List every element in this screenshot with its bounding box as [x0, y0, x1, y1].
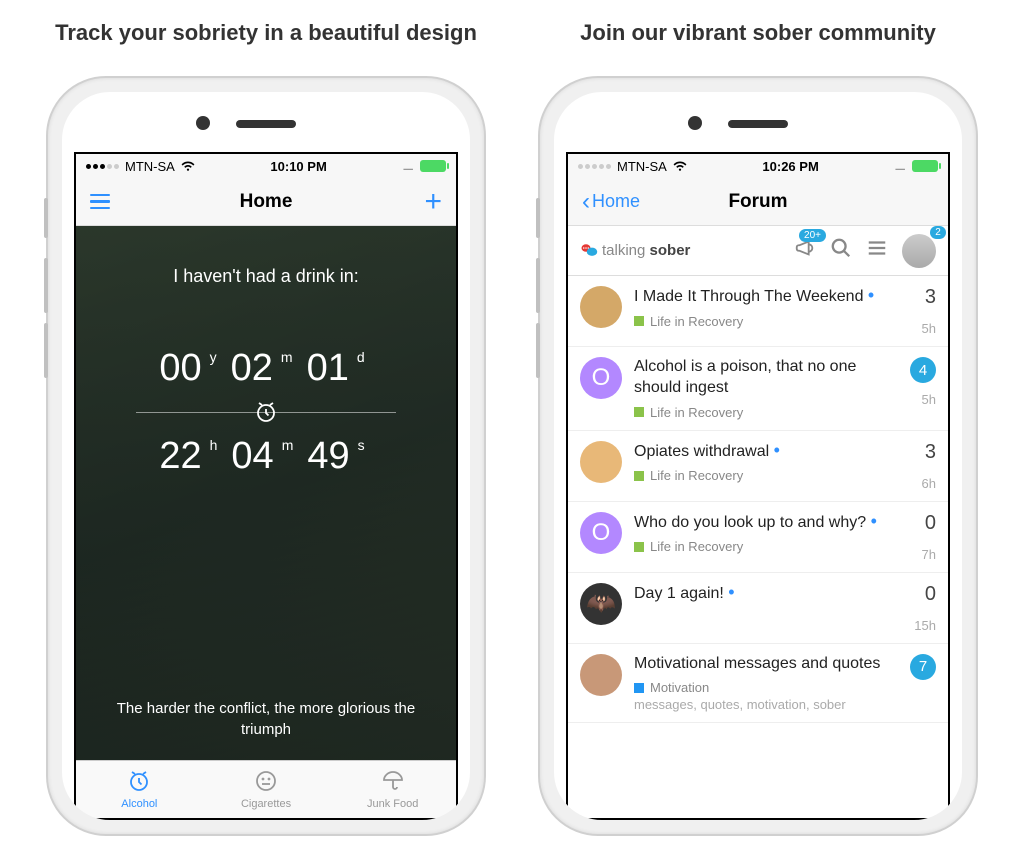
category-label: Life in Recovery — [650, 468, 743, 483]
thread-title: Opiates withdrawal • — [634, 441, 910, 463]
nav-title: Forum — [728, 191, 787, 213]
thread-time: 6h — [922, 476, 936, 491]
panel-caption-left: Track your sobriety in a beautiful desig… — [55, 20, 477, 46]
reply-count: 3 — [925, 441, 936, 464]
category-color-icon — [634, 316, 644, 326]
thread-title: I Made It Through The Weekend • — [634, 286, 910, 308]
category-label: Life in Recovery — [650, 314, 743, 329]
unread-dot-icon: • — [871, 511, 877, 531]
thread-time: 7h — [922, 547, 936, 562]
profile-avatar[interactable]: 2 — [902, 234, 936, 268]
thread-title: Alcohol is a poison, that no one should … — [634, 357, 898, 399]
nav-title: Home — [240, 191, 293, 213]
umbrella-icon — [381, 769, 405, 796]
forum-logo[interactable]: talking sober — [580, 242, 690, 260]
tracker-heading: I haven't had a drink in: — [173, 266, 359, 287]
thread-row[interactable]: 🦇 Day 1 again! • 0 15h — [568, 573, 948, 644]
category-label: Life in Recovery — [650, 405, 743, 420]
status-bar: MTN-SA 10:10 PM ⚊ — [76, 154, 456, 178]
forum-list[interactable]: I Made It Through The Weekend • Life in … — [568, 276, 948, 818]
chevron-left-icon: ‹ — [582, 188, 590, 216]
face-icon — [254, 769, 278, 796]
tab-label: Junk Food — [367, 798, 418, 810]
thread-avatar[interactable] — [580, 286, 622, 328]
thread-time: 5h — [922, 321, 936, 336]
thread-time: 15h — [914, 618, 936, 633]
search-button[interactable] — [830, 237, 852, 264]
tab-label: Alcohol — [121, 798, 157, 810]
thread-avatar[interactable]: O — [580, 512, 622, 554]
tab-alcohol[interactable]: Alcohol — [76, 761, 203, 818]
unread-dot-icon: • — [868, 285, 874, 305]
thread-row[interactable]: Opiates withdrawal • Life in Recovery 3 … — [568, 431, 948, 502]
thread-tags: messages, quotes, motivation, sober — [634, 697, 898, 712]
thread-row[interactable]: Motivational messages and quotes Motivat… — [568, 644, 948, 724]
reply-count-badge: 7 — [910, 654, 936, 680]
category-color-icon — [634, 407, 644, 417]
phone-frame-left: MTN-SA 10:10 PM ⚊ Home + — [46, 76, 486, 836]
panel-caption-right: Join our vibrant sober community — [580, 20, 936, 46]
add-button[interactable]: + — [424, 187, 442, 217]
counter-divider — [136, 412, 396, 413]
unread-dot-icon: • — [728, 582, 734, 602]
announcements-button[interactable]: 20+ — [794, 237, 816, 264]
counter-ymd: 00y 02m 01d — [159, 347, 372, 390]
thread-avatar[interactable] — [580, 441, 622, 483]
wifi-icon — [673, 158, 687, 175]
announce-badge: 20+ — [799, 229, 826, 242]
motivational-quote: The harder the conflict, the more glorio… — [96, 698, 436, 740]
category-color-icon — [634, 471, 644, 481]
thread-row[interactable]: O Alcohol is a poison, that no one shoul… — [568, 347, 948, 431]
category-color-icon — [634, 683, 644, 693]
thread-time: 5h — [922, 392, 936, 407]
thread-title: Day 1 again! • — [634, 583, 902, 605]
phone-frame-right: MTN-SA 10:26 PM ⚊ ‹ Home — [538, 76, 978, 836]
thread-avatar[interactable]: O — [580, 357, 622, 399]
thread-avatar[interactable] — [580, 654, 622, 696]
battery-icon — [420, 160, 446, 172]
unread-dot-icon: • — [774, 440, 780, 460]
tracker-view: I haven't had a drink in: 00y 02m 01d 22… — [76, 226, 456, 760]
battery-icon — [912, 160, 938, 172]
thread-avatar[interactable]: 🦇 — [580, 583, 622, 625]
menu-button[interactable] — [866, 237, 888, 264]
avatar-badge: 2 — [930, 226, 946, 239]
tab-label: Cigarettes — [241, 798, 291, 810]
category-label: Motivation — [650, 680, 709, 695]
nav-bar: ‹ Home Forum — [568, 178, 948, 226]
status-time: 10:26 PM — [762, 159, 818, 174]
wifi-icon — [181, 158, 195, 175]
menu-icon[interactable] — [90, 194, 110, 210]
tab-cigarettes[interactable]: Cigarettes — [203, 761, 330, 818]
reply-count: 0 — [925, 512, 936, 535]
bluetooth-icon: ⚊ — [894, 158, 906, 174]
bluetooth-icon: ⚊ — [402, 158, 414, 174]
status-time: 10:10 PM — [270, 159, 326, 174]
carrier-label: MTN-SA — [617, 159, 667, 174]
carrier-label: MTN-SA — [125, 159, 175, 174]
thread-row[interactable]: I Made It Through The Weekend • Life in … — [568, 276, 948, 347]
reply-count-badge: 4 — [910, 357, 936, 383]
reply-count: 3 — [925, 286, 936, 309]
back-label: Home — [592, 191, 640, 212]
alarm-icon — [127, 769, 151, 796]
back-button[interactable]: ‹ Home — [582, 188, 640, 216]
thread-row[interactable]: O Who do you look up to and why? • Life … — [568, 502, 948, 573]
tab-junkfood[interactable]: Junk Food — [329, 761, 456, 818]
signal-dots-icon — [578, 164, 611, 169]
category-label: Life in Recovery — [650, 539, 743, 554]
nav-bar: Home + — [76, 178, 456, 226]
status-bar: MTN-SA 10:26 PM ⚊ — [568, 154, 948, 178]
category-color-icon — [634, 542, 644, 552]
signal-dots-icon — [86, 164, 119, 169]
thread-title: Motivational messages and quotes — [634, 654, 898, 675]
alarm-icon — [254, 400, 278, 424]
forum-header: talking sober 20+ — [568, 226, 948, 276]
reply-count: 0 — [925, 583, 936, 606]
chat-bubble-icon — [580, 242, 598, 260]
thread-title: Who do you look up to and why? • — [634, 512, 910, 534]
tab-bar: Alcohol Cigarettes Junk Food — [76, 760, 456, 818]
counter-hms: 22h 04m 49s — [159, 435, 372, 478]
